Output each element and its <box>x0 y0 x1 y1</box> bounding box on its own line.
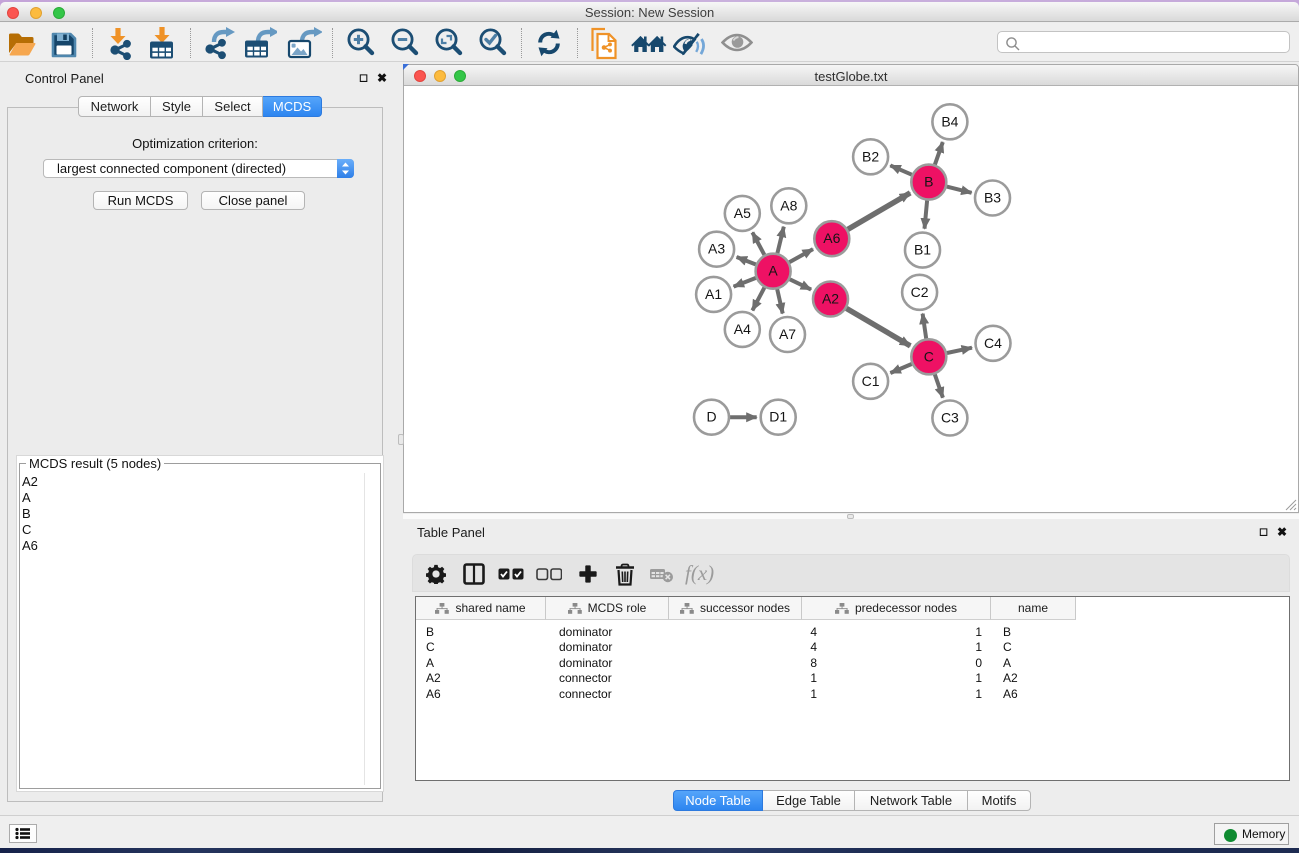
svg-text:C1: C1 <box>862 373 880 389</box>
svg-text:B1: B1 <box>914 242 931 258</box>
svg-text:A3: A3 <box>708 241 725 257</box>
svg-text:C2: C2 <box>911 284 929 300</box>
svg-text:C4: C4 <box>984 335 1002 351</box>
svg-text:A5: A5 <box>734 205 751 221</box>
svg-text:A8: A8 <box>780 197 797 213</box>
svg-text:A7: A7 <box>779 326 796 342</box>
svg-text:B3: B3 <box>984 190 1001 206</box>
svg-text:A6: A6 <box>823 230 840 246</box>
svg-text:A: A <box>768 263 778 279</box>
svg-text:A2: A2 <box>822 291 839 307</box>
svg-text:A1: A1 <box>705 286 722 302</box>
svg-text:A4: A4 <box>734 321 751 337</box>
svg-text:C: C <box>924 348 934 364</box>
svg-text:C3: C3 <box>941 410 959 426</box>
svg-text:B2: B2 <box>862 148 879 164</box>
svg-text:B4: B4 <box>941 113 958 129</box>
svg-text:D: D <box>706 409 716 425</box>
svg-text:B: B <box>924 174 933 190</box>
svg-text:D1: D1 <box>769 409 787 425</box>
